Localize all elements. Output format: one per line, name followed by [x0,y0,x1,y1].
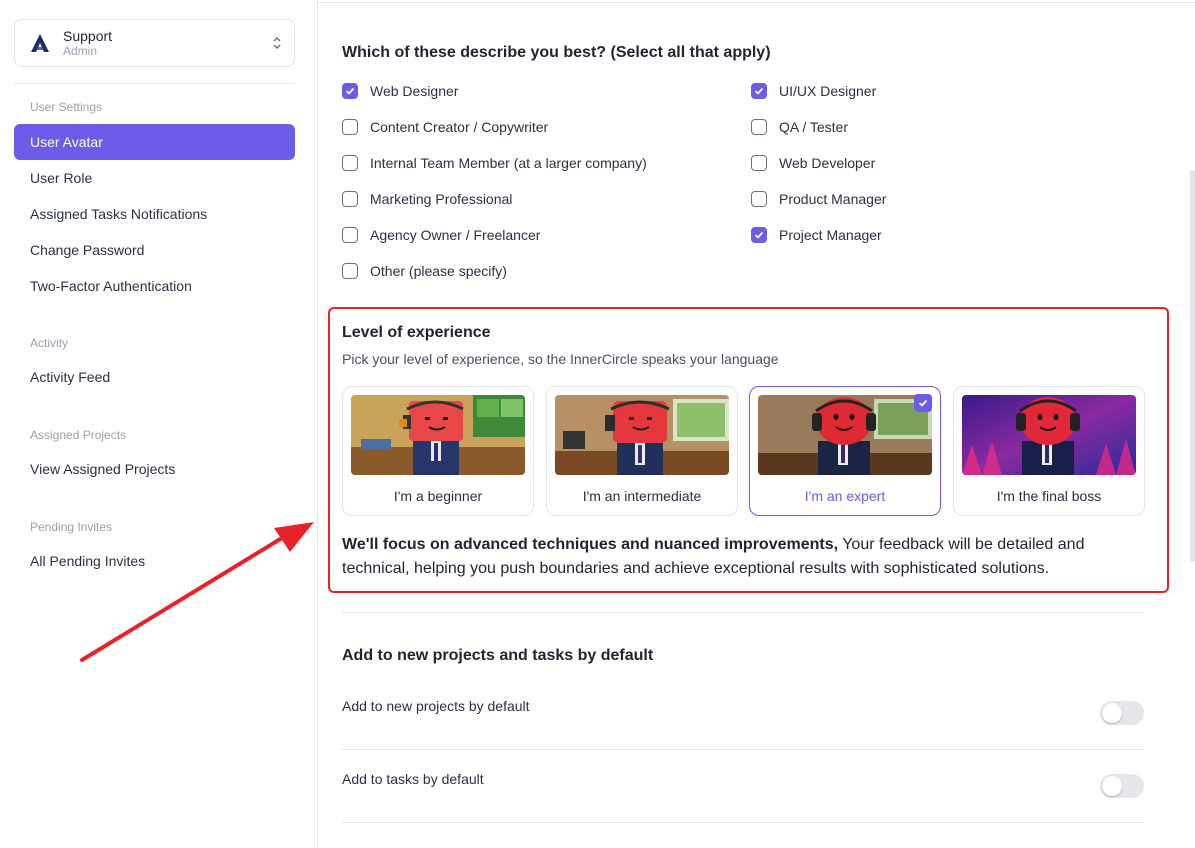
checkbox[interactable] [751,119,767,135]
toggle-label-tasks: Add to tasks by default [342,771,484,787]
level-card-label: I'm a beginner [393,488,483,504]
sidebar-group-activity: Activity Activity Feed [14,334,295,395]
role-option-qa-tester[interactable]: QA / Tester [751,117,848,137]
sidebar-heading: Activity [30,336,69,350]
level-card-expert[interactable]: I'm an expert [749,386,941,516]
role-option-label: UI/UX Designer [779,83,877,99]
sidebar-item-activity-feed[interactable]: Activity Feed [14,359,295,395]
level-card-intermediate[interactable]: I'm an intermediate [546,386,738,516]
role-option-web-designer[interactable]: Web Designer [342,81,458,101]
selected-check-icon [914,394,932,412]
sidebar-item-user-avatar[interactable]: User Avatar [14,124,295,160]
role-option-label: QA / Tester [779,119,848,135]
toggle-add-to-projects[interactable] [1100,701,1144,725]
sidebar-item-change-password[interactable]: Change Password [14,232,295,268]
checkbox[interactable] [342,191,358,207]
role-option-content-creator[interactable]: Content Creator / Copywriter [342,117,548,137]
scrollbar[interactable] [1190,170,1195,562]
experience-description-bold: We'll focus on advanced techniques and n… [342,536,839,553]
sidebar-divider [14,83,295,84]
role-option-label: Internal Team Member (at a larger compan… [370,155,647,171]
checkbox-checked[interactable] [342,83,358,99]
sidebar-item-view-assigned-projects[interactable]: View Assigned Projects [14,451,295,487]
check-icon [918,399,928,407]
section-divider [342,822,1144,823]
checkbox-checked[interactable] [751,83,767,99]
sidebar-group-pending-invites: Pending Invites All Pending Invites [14,518,295,579]
toggle-label-projects: Add to new projects by default [342,698,530,714]
role-option-label: Agency Owner / Freelancer [370,227,541,243]
check-icon [754,87,764,95]
checkbox[interactable] [342,119,358,135]
avatar-image-intermediate [555,395,729,475]
role-option-label: Content Creator / Copywriter [370,119,549,135]
role-option-label: Web Designer [370,83,459,99]
avatar-image-final-boss [962,395,1136,475]
sidebar-heading: User Settings [30,100,103,114]
avatar-image-beginner [351,395,525,475]
top-divider [318,2,1195,3]
experience-subtitle: Pick your level of experience, so the In… [342,351,779,367]
workspace-name: Support [63,27,113,44]
sidebar-item-assigned-tasks-notifications[interactable]: Assigned Tasks Notifications [14,196,295,232]
checkbox[interactable] [751,155,767,171]
sidebar-group-user-settings: User Settings User Avatar User Role Assi… [14,98,295,304]
level-card-label: I'm an expert [804,488,886,504]
main-content: Which of these describe you best? (Selec… [318,0,1195,848]
sidebar-item-user-role[interactable]: User Role [14,160,295,196]
section-divider [342,612,1144,613]
toggle-knob [1102,703,1122,723]
check-icon [754,231,764,239]
check-icon [345,87,355,95]
level-card-label: I'm the final boss [996,488,1102,504]
checkbox[interactable] [342,155,358,171]
toggle-knob [1102,776,1122,796]
role-option-label: Project Manager [779,227,882,243]
role-option-marketing-professional[interactable]: Marketing Professional [342,189,512,209]
role-option-label: Product Manager [779,191,887,207]
role-option-label: Web Developer [779,155,876,171]
role-option-other[interactable]: Other (please specify) [342,261,507,281]
checkbox[interactable] [751,191,767,207]
defaults-title: Add to new projects and tasks by default [342,647,654,664]
role-option-project-manager[interactable]: Project Manager [751,225,882,245]
role-option-web-developer[interactable]: Web Developer [751,153,875,173]
checkbox-checked[interactable] [751,227,767,243]
sidebar-group-assigned-projects: Assigned Projects View Assigned Projects [14,426,295,487]
sidebar-heading: Pending Invites [30,520,113,534]
role-option-internal-team-member[interactable]: Internal Team Member (at a larger compan… [342,153,647,173]
role-option-label: Marketing Professional [370,191,513,207]
toggle-add-to-tasks[interactable] [1100,774,1144,798]
app: Support Admin User Settings User Avatar … [0,0,1195,848]
experience-title: Level of experience [342,324,491,341]
roles-question-title: Which of these describe you best? (Selec… [342,44,771,61]
role-option-ui-ux-designer[interactable]: UI/UX Designer [751,81,876,101]
role-option-product-manager[interactable]: Product Manager [751,189,886,209]
avatar-image-expert [758,395,932,475]
level-card-beginner[interactable]: I'm a beginner [342,386,534,516]
level-card-final-boss[interactable]: I'm the final boss [953,386,1145,516]
role-option-label: Other (please specify) [370,263,507,279]
sidebar-heading: Assigned Projects [30,428,127,442]
sidebar-item-two-factor-authentication[interactable]: Two-Factor Authentication [14,268,295,304]
workspace-switcher[interactable]: Support Admin [14,19,295,67]
sidebar-item-all-pending-invites[interactable]: All Pending Invites [14,543,295,579]
workspace-logo-icon [31,34,49,52]
level-card-label: I'm an intermediate [582,488,702,504]
checkbox[interactable] [342,263,358,279]
section-divider [342,749,1144,750]
chevron-updown-icon [273,37,281,49]
workspace-role: Admin [63,43,98,58]
sidebar: Support Admin User Settings User Avatar … [0,0,318,848]
role-option-agency-owner[interactable]: Agency Owner / Freelancer [342,225,540,245]
experience-description: We'll focus on advanced techniques and n… [342,533,1142,581]
checkbox[interactable] [342,227,358,243]
